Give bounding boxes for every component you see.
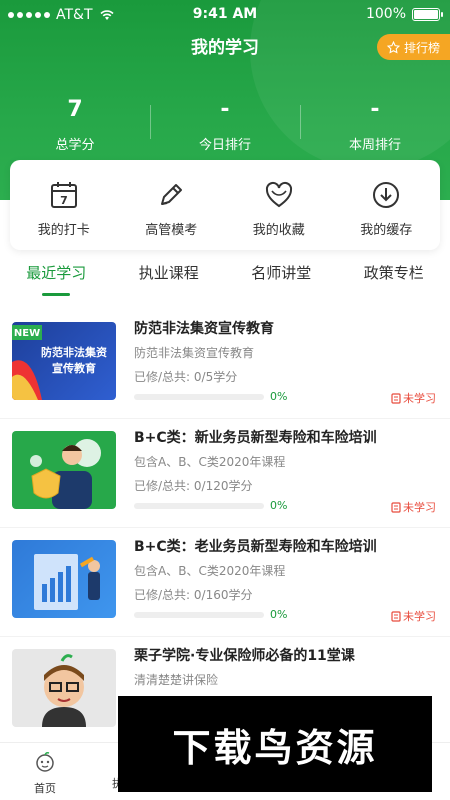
- tab-bar: 最近学习 执业课程 名师讲堂 政策专栏: [0, 262, 450, 296]
- quick-action-label: 高管模考: [145, 223, 198, 238]
- course-subtitle: 防范非法集资宣传教育: [134, 346, 255, 360]
- leaderboard-button[interactable]: 排行榜: [376, 34, 450, 60]
- progress-percent: 0%: [270, 390, 288, 403]
- download-icon: [373, 182, 400, 208]
- course-progress-text: 已修/总共: 0/160学分: [134, 588, 253, 602]
- quick-actions: 7 我的打卡 高管模考 我的收藏 我的缓存: [10, 160, 440, 250]
- course-title: B+C类：新业务员新型寿险和车险培训: [134, 430, 377, 446]
- course-status-label: 未学习: [403, 392, 436, 405]
- course-thumbnail: [12, 649, 116, 727]
- quick-action-label: 我的收藏: [252, 223, 305, 238]
- tab-practice-courses[interactable]: 执业课程: [139, 262, 199, 292]
- course-status: 未学习: [391, 608, 436, 624]
- tab-policy-column[interactable]: 政策专栏: [364, 262, 424, 292]
- status-icon: [391, 610, 401, 622]
- course-thumbnail-art: [30, 439, 101, 509]
- quick-action-checkin[interactable]: 7 我的打卡: [10, 160, 118, 250]
- watermark: 下载鸟资源: [118, 696, 432, 792]
- stat-today-rank[interactable]: - 今日排行: [150, 95, 300, 155]
- course-progress-text: 已修/总共: 0/120学分: [134, 479, 253, 493]
- quick-action-label: 我的打卡: [37, 223, 90, 238]
- progress-percent: 0%: [270, 499, 288, 512]
- course-subtitle: 包含A、B、C类2020年课程: [134, 564, 286, 578]
- tab-expert-lectures[interactable]: 名师讲堂: [251, 262, 311, 292]
- calendar-icon: 7: [50, 182, 77, 208]
- stat-value: -: [220, 97, 230, 122]
- progress-bar: [134, 503, 264, 509]
- nav-home-label: 首页: [34, 782, 56, 795]
- status-icon: [391, 392, 401, 404]
- course-status: 未学习: [391, 390, 436, 406]
- new-badge: NEW: [14, 328, 40, 339]
- course-list: NEW 防范非法集资 宣传教育 防范非法集资宣传教育 防范非法集资宣传教育 已修…: [0, 310, 450, 746]
- heart-icon: [265, 181, 292, 208]
- progress-percent: 0%: [270, 608, 288, 621]
- pencil-icon: [161, 184, 183, 205]
- tab-recent[interactable]: 最近学习: [26, 262, 86, 296]
- status-icon: [391, 501, 401, 513]
- status-bar: AT&T 9:41 AM 100%: [0, 0, 450, 30]
- course-subtitle: 包含A、B、C类2020年课程: [134, 455, 286, 469]
- stat-value: 7: [67, 97, 83, 122]
- course-status: 未学习: [391, 499, 436, 515]
- course-title: B+C类：老业务员新型寿险和车险培训: [134, 539, 377, 555]
- course-subtitle: 清清楚楚讲保险: [134, 673, 219, 687]
- leaderboard-label: 排行榜: [403, 40, 440, 55]
- course-title: 栗子学院·专业保险师必备的11堂课: [134, 648, 355, 664]
- course-thumbnail: [12, 540, 116, 618]
- home-icon: [36, 752, 54, 772]
- star-icon: [386, 40, 400, 54]
- stat-value: -: [370, 97, 380, 122]
- course-thumbnail-art: [42, 654, 86, 727]
- course-thumbnail-art: [34, 554, 100, 610]
- battery-icon: [412, 7, 443, 21]
- stat-week-rank[interactable]: - 本周排行: [300, 95, 450, 155]
- thumb-caption-2: 宣传教育: [52, 361, 96, 375]
- thumb-caption-1: 防范非法集资: [41, 345, 107, 359]
- quick-action-label: 我的缓存: [360, 223, 413, 238]
- stat-label: 总学分: [55, 138, 95, 153]
- calendar-badge: 7: [60, 194, 68, 207]
- progress-bar: [134, 612, 264, 618]
- stat-total-credits[interactable]: 7 总学分: [0, 95, 150, 155]
- course-thumbnail: [12, 431, 116, 509]
- stat-label: 本周排行: [348, 138, 401, 153]
- quick-action-mock-exam[interactable]: 高管模考: [118, 160, 226, 250]
- course-thumbnail-art: NEW 防范非法集资 宣传教育: [12, 325, 107, 400]
- progress-bar: [134, 394, 264, 400]
- course-progress-text: 已修/总共: 0/5学分: [134, 370, 238, 384]
- quick-action-cache[interactable]: 我的缓存: [333, 160, 441, 250]
- course-status-label: 未学习: [403, 610, 436, 623]
- course-item[interactable]: B+C类：新业务员新型寿险和车险培训 包含A、B、C类2020年课程 已修/总共…: [0, 419, 450, 528]
- course-status-label: 未学习: [403, 501, 436, 514]
- stats-row: 7 总学分 - 今日排行 - 本周排行: [0, 95, 450, 155]
- battery-label: 100%: [365, 6, 406, 22]
- quick-action-favorites[interactable]: 我的收藏: [225, 160, 333, 250]
- nav-home[interactable]: 首页: [22, 751, 68, 796]
- course-item[interactable]: NEW 防范非法集资 宣传教育 防范非法集资宣传教育 防范非法集资宣传教育 已修…: [0, 310, 450, 419]
- stat-label: 今日排行: [198, 138, 251, 153]
- course-title: 防范非法集资宣传教育: [134, 321, 274, 337]
- course-item[interactable]: B+C类：老业务员新型寿险和车险培训 包含A、B、C类2020年课程 已修/总共…: [0, 528, 450, 637]
- course-thumbnail: NEW 防范非法集资 宣传教育: [12, 322, 116, 400]
